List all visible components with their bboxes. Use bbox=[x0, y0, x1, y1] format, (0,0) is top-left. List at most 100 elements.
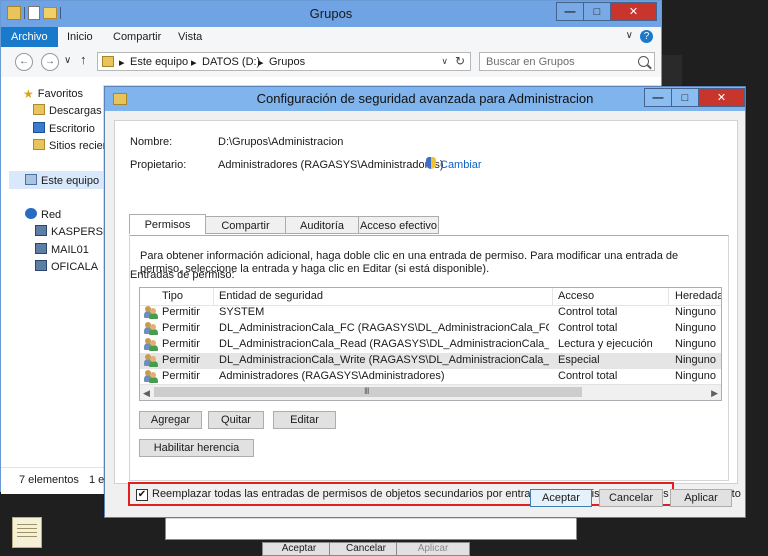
column-divider[interactable] bbox=[552, 288, 553, 305]
dialog-minimize-button[interactable]: — bbox=[644, 88, 672, 107]
row-inherited: Ninguno bbox=[675, 338, 716, 350]
nav-item-descargas[interactable]: Descargas bbox=[33, 104, 102, 117]
address-dropdown-icon[interactable]: ∨ bbox=[441, 56, 448, 67]
tab-compartir-dialog[interactable]: Compartir bbox=[205, 216, 286, 234]
highlighted-replace-option: ✔ Reemplazar todas las entradas de permi… bbox=[128, 482, 741, 506]
replace-entries-checkbox[interactable]: ✔ bbox=[136, 489, 148, 501]
apply-button[interactable]: Aplicar bbox=[670, 489, 732, 507]
tab-compartir[interactable]: Compartir bbox=[103, 27, 171, 47]
tab-inicio[interactable]: Inicio bbox=[57, 27, 103, 47]
enable-inheritance-button[interactable]: Habilitar herencia bbox=[139, 439, 254, 457]
users-icon bbox=[144, 322, 158, 335]
name-value: D:\Grupos\Administracion bbox=[218, 136, 344, 148]
item-count: 7 elementos bbox=[19, 474, 79, 486]
row-inherited: Ninguno bbox=[675, 322, 716, 334]
search-box[interactable]: Buscar en Grupos bbox=[479, 52, 655, 71]
owner-label: Propietario: bbox=[130, 159, 187, 171]
tab-acceso-efectivo[interactable]: Acceso efectivo bbox=[358, 216, 439, 234]
remove-button[interactable]: Quitar bbox=[208, 411, 264, 429]
column-heredada[interactable]: Heredada de bbox=[675, 290, 721, 302]
nav-item-este-equipo[interactable]: Este equipo bbox=[25, 174, 99, 187]
nav-item-oficala[interactable]: OFICALA bbox=[35, 260, 98, 273]
scroll-thumb[interactable]: III bbox=[154, 386, 582, 397]
scroll-right-icon[interactable]: ▶ bbox=[711, 388, 718, 399]
horizontal-scrollbar[interactable]: ◀ III ▶ bbox=[140, 384, 721, 400]
permission-entries-list[interactable]: Tipo Entidad de seguridad Acceso Heredad… bbox=[139, 287, 722, 401]
nav-item-escritorio[interactable]: Escritorio bbox=[33, 122, 95, 135]
dialog-maximize-button[interactable]: □ bbox=[671, 88, 699, 107]
dialog-close-button[interactable]: ✕ bbox=[698, 88, 745, 107]
desktop-icon bbox=[33, 122, 45, 133]
expand-ribbon-icon[interactable]: ∨ bbox=[626, 30, 633, 41]
minimize-button[interactable]: — bbox=[556, 2, 584, 21]
scroll-left-icon[interactable]: ◀ bbox=[143, 388, 150, 399]
column-divider[interactable] bbox=[213, 288, 214, 305]
row-principal: SYSTEM bbox=[219, 306, 265, 318]
nav-label: Descargas bbox=[49, 105, 102, 117]
maximize-button[interactable]: □ bbox=[583, 2, 611, 21]
tab-archivo[interactable]: Archivo bbox=[1, 27, 58, 47]
table-row[interactable]: Permitir Administradores (RAGASYS\Admini… bbox=[140, 369, 721, 385]
search-input[interactable]: Buscar en Grupos bbox=[486, 56, 575, 68]
nav-item-favoritos[interactable]: ★ Favoritos bbox=[23, 87, 83, 101]
recent-locations-icon[interactable]: ∨ bbox=[64, 55, 71, 66]
row-access: Lectura y ejecución bbox=[558, 338, 653, 350]
dialog-body: Nombre: D:\Grupos\Administracion Propiet… bbox=[114, 120, 741, 506]
refresh-icon[interactable]: ↻ bbox=[455, 54, 465, 68]
star-icon: ★ bbox=[23, 87, 34, 101]
column-tipo[interactable]: Tipo bbox=[162, 290, 183, 302]
background-apply-button[interactable]: Aplicar bbox=[396, 542, 470, 556]
dialog-titlebar: Configuración de seguridad avanzada para… bbox=[105, 87, 745, 111]
ok-button[interactable]: Aceptar bbox=[530, 489, 592, 507]
back-icon[interactable]: ← bbox=[15, 53, 33, 71]
change-owner-link[interactable]: Cambiar bbox=[440, 159, 482, 171]
background-ok-button[interactable]: Aceptar bbox=[262, 542, 336, 556]
users-icon bbox=[144, 306, 158, 319]
breadcrumb-separator: ▸ bbox=[258, 57, 264, 69]
breadcrumb-este-equipo[interactable]: Este equipo bbox=[130, 56, 188, 68]
row-access: Control total bbox=[558, 306, 618, 318]
row-principal: DL_AdministracionCala_Write (RAGASYS\DL_… bbox=[219, 354, 549, 366]
network-computer-icon bbox=[35, 260, 47, 271]
nav-label: Este equipo bbox=[41, 175, 100, 187]
background-cancel-button[interactable]: Cancelar bbox=[329, 542, 403, 556]
row-principal: DL_AdministracionCala_Read (RAGASYS\DL_A… bbox=[219, 338, 549, 350]
column-acceso[interactable]: Acceso bbox=[558, 290, 594, 302]
row-type: Permitir bbox=[162, 338, 200, 350]
dialog-window-buttons: — □ ✕ bbox=[644, 88, 745, 107]
table-row[interactable]: Permitir DL_AdministracionCala_Read (RAG… bbox=[140, 337, 721, 353]
column-divider[interactable] bbox=[668, 288, 669, 305]
uac-shield-icon bbox=[426, 157, 436, 169]
users-icon bbox=[144, 338, 158, 351]
add-button[interactable]: Agregar bbox=[139, 411, 202, 429]
advanced-security-dialog: Configuración de seguridad avanzada para… bbox=[104, 86, 746, 518]
this-pc-icon bbox=[102, 56, 114, 67]
nav-label: Escritorio bbox=[49, 123, 95, 135]
table-row[interactable]: Permitir SYSTEM Control total Ninguno bbox=[140, 305, 721, 321]
nav-item-mail01[interactable]: MAIL01 bbox=[35, 243, 89, 256]
navigation-pane: ★ Favoritos Descargas Escritorio Sitios r… bbox=[1, 77, 118, 467]
nav-label: OFICALA bbox=[51, 261, 99, 273]
column-entidad[interactable]: Entidad de seguridad bbox=[219, 290, 323, 302]
nav-label: MAIL01 bbox=[51, 244, 89, 256]
tab-auditoria[interactable]: Auditoría bbox=[285, 216, 359, 234]
explorer-window-buttons: — □ ✕ bbox=[556, 2, 657, 21]
entries-label: Entradas de permiso: bbox=[130, 269, 235, 281]
tab-vista[interactable]: Vista bbox=[168, 27, 212, 47]
document-icon[interactable] bbox=[12, 517, 42, 548]
breadcrumb-grupos[interactable]: Grupos bbox=[269, 56, 305, 68]
help-icon[interactable]: ? bbox=[640, 30, 653, 43]
table-row[interactable]: Permitir DL_AdministracionCala_FC (RAGAS… bbox=[140, 321, 721, 337]
breadcrumb-datos[interactable]: DATOS (D:) bbox=[202, 56, 260, 68]
row-principal: DL_AdministracionCala_FC (RAGASYS\DL_Adm… bbox=[219, 322, 549, 334]
nav-item-red[interactable]: Red bbox=[25, 208, 61, 221]
close-button[interactable]: ✕ bbox=[610, 2, 657, 21]
address-bar[interactable]: ▸ Este equipo ▸ DATOS (D:) ▸ Grupos ∨ ↻ bbox=[97, 52, 471, 71]
edit-button[interactable]: Editar bbox=[273, 411, 336, 429]
cancel-button[interactable]: Cancelar bbox=[599, 489, 663, 507]
forward-icon[interactable]: → bbox=[41, 53, 59, 71]
nav-item-sitios-recientes[interactable]: Sitios recien bbox=[33, 139, 109, 152]
table-row-selected[interactable]: Permitir DL_AdministracionCala_Write (RA… bbox=[140, 353, 721, 369]
tab-permisos[interactable]: Permisos bbox=[129, 214, 206, 234]
up-icon[interactable]: ↑ bbox=[80, 52, 87, 67]
